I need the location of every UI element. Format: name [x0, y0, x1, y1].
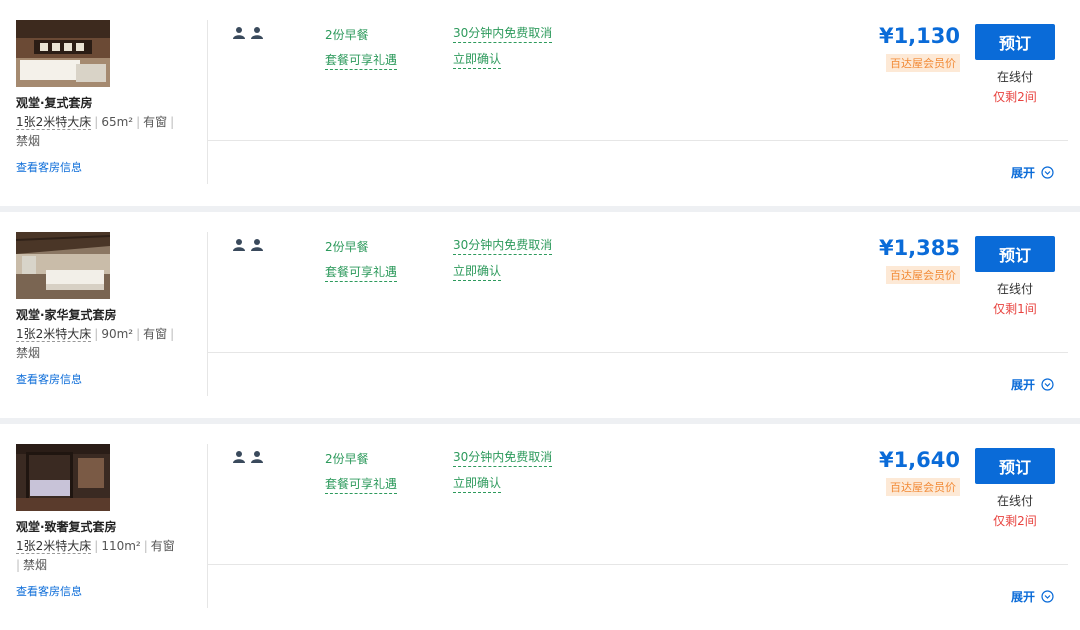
room-photo[interactable]: [16, 444, 110, 511]
chevron-down-icon: [1041, 378, 1054, 391]
room-info-link[interactable]: 查看客房信息: [16, 583, 82, 599]
window-info: 有窗: [143, 115, 168, 129]
cancel-policy[interactable]: 30分钟内免费取消: [453, 448, 553, 467]
rooms-left: 仅剩2间: [993, 90, 1037, 104]
person-icon: [251, 451, 263, 463]
expand-button[interactable]: 展开: [1011, 376, 1054, 393]
room-name: 观堂·致奢复式套房: [16, 520, 117, 534]
room-price: ¥1,385: [878, 236, 960, 260]
room-card: 观堂·复式套房 1张2米特大床 | 65m² | 有窗 | 禁烟 查看客房信息 2份早餐 套…: [0, 0, 1080, 206]
room-area: 65m²: [101, 115, 134, 129]
chevron-down-icon: [1041, 166, 1054, 179]
breakfast-info: 2份早餐: [325, 240, 369, 254]
pay-method: 在线付: [996, 494, 1033, 508]
person-icon: [251, 239, 263, 251]
book-button[interactable]: 预订: [975, 448, 1055, 484]
breakfast-info: 2份早餐: [325, 452, 369, 466]
guest-capacity: [232, 450, 264, 464]
book-button[interactable]: 预订: [975, 24, 1055, 60]
instant-confirm[interactable]: 立即确认: [453, 50, 502, 69]
member-price-tag: 百达屋会员价: [886, 266, 960, 284]
column-divider: [207, 20, 208, 184]
instant-confirm[interactable]: 立即确认: [453, 262, 502, 281]
guest-capacity: [232, 238, 264, 252]
room-area: 110m²: [101, 539, 141, 553]
bed-type[interactable]: 1张2米特大床: [16, 327, 92, 342]
person-icon: [233, 451, 245, 463]
room-photo[interactable]: [16, 232, 110, 299]
package-benefit-link[interactable]: 套餐可享礼遇: [325, 51, 398, 70]
cancel-policy[interactable]: 30分钟内免费取消: [453, 236, 553, 255]
column-divider: [207, 232, 208, 396]
room-card: 观堂·家华复式套房 1张2米特大床 | 90m² | 有窗 | 禁烟 查看客房信息 2份早餐…: [0, 212, 1080, 418]
rooms-left: 仅剩2间: [993, 514, 1037, 528]
room-name: 观堂·家华复式套房: [16, 308, 117, 322]
room-price: ¥1,640: [878, 448, 960, 472]
smoking-policy: 禁烟: [16, 346, 41, 360]
room-card: 观堂·致奢复式套房 1张2米特大床 | 110m² | 有窗 | 禁烟 查看客房信息 2份早…: [0, 424, 1080, 630]
window-info: 有窗: [150, 539, 175, 553]
row-divider: [208, 564, 1068, 565]
expand-button[interactable]: 展开: [1011, 588, 1054, 605]
room-info-link[interactable]: 查看客房信息: [16, 371, 82, 387]
member-price-tag: 百达屋会员价: [886, 54, 960, 72]
window-info: 有窗: [143, 327, 168, 341]
bed-type[interactable]: 1张2米特大床: [16, 115, 92, 130]
chevron-down-icon: [1041, 590, 1054, 603]
column-divider: [207, 444, 208, 608]
room-details: 1张2米特大床 | 65m² | 有窗 | 禁烟: [16, 115, 175, 148]
room-details: 1张2米特大床 | 90m² | 有窗 | 禁烟: [16, 327, 175, 360]
instant-confirm[interactable]: 立即确认: [453, 474, 502, 493]
room-area: 90m²: [101, 327, 134, 341]
book-button[interactable]: 预订: [975, 236, 1055, 272]
smoking-policy: 禁烟: [16, 134, 41, 148]
person-icon: [251, 27, 263, 39]
room-info-link[interactable]: 查看客房信息: [16, 159, 82, 175]
cancel-policy[interactable]: 30分钟内免费取消: [453, 24, 553, 43]
pay-method: 在线付: [996, 70, 1033, 84]
bed-type[interactable]: 1张2米特大床: [16, 539, 92, 554]
room-name: 观堂·复式套房: [16, 96, 93, 110]
person-icon: [233, 239, 245, 251]
person-icon: [233, 27, 245, 39]
package-benefit-link[interactable]: 套餐可享礼遇: [325, 263, 398, 282]
breakfast-info: 2份早餐: [325, 28, 369, 42]
guest-capacity: [232, 26, 264, 40]
expand-button[interactable]: 展开: [1011, 164, 1054, 181]
expand-label: 展开: [1010, 166, 1035, 180]
row-divider: [208, 140, 1068, 141]
room-details: 1张2米特大床 | 110m² | 有窗 | 禁烟: [16, 539, 175, 572]
row-divider: [208, 352, 1068, 353]
room-photo[interactable]: [16, 20, 110, 87]
rooms-left: 仅剩1间: [993, 302, 1037, 316]
pay-method: 在线付: [996, 282, 1033, 296]
room-price: ¥1,130: [878, 24, 960, 48]
package-benefit-link[interactable]: 套餐可享礼遇: [325, 475, 398, 494]
member-price-tag: 百达屋会员价: [886, 478, 960, 496]
expand-label: 展开: [1010, 378, 1035, 392]
expand-label: 展开: [1010, 590, 1035, 604]
smoking-policy: 禁烟: [23, 558, 48, 572]
